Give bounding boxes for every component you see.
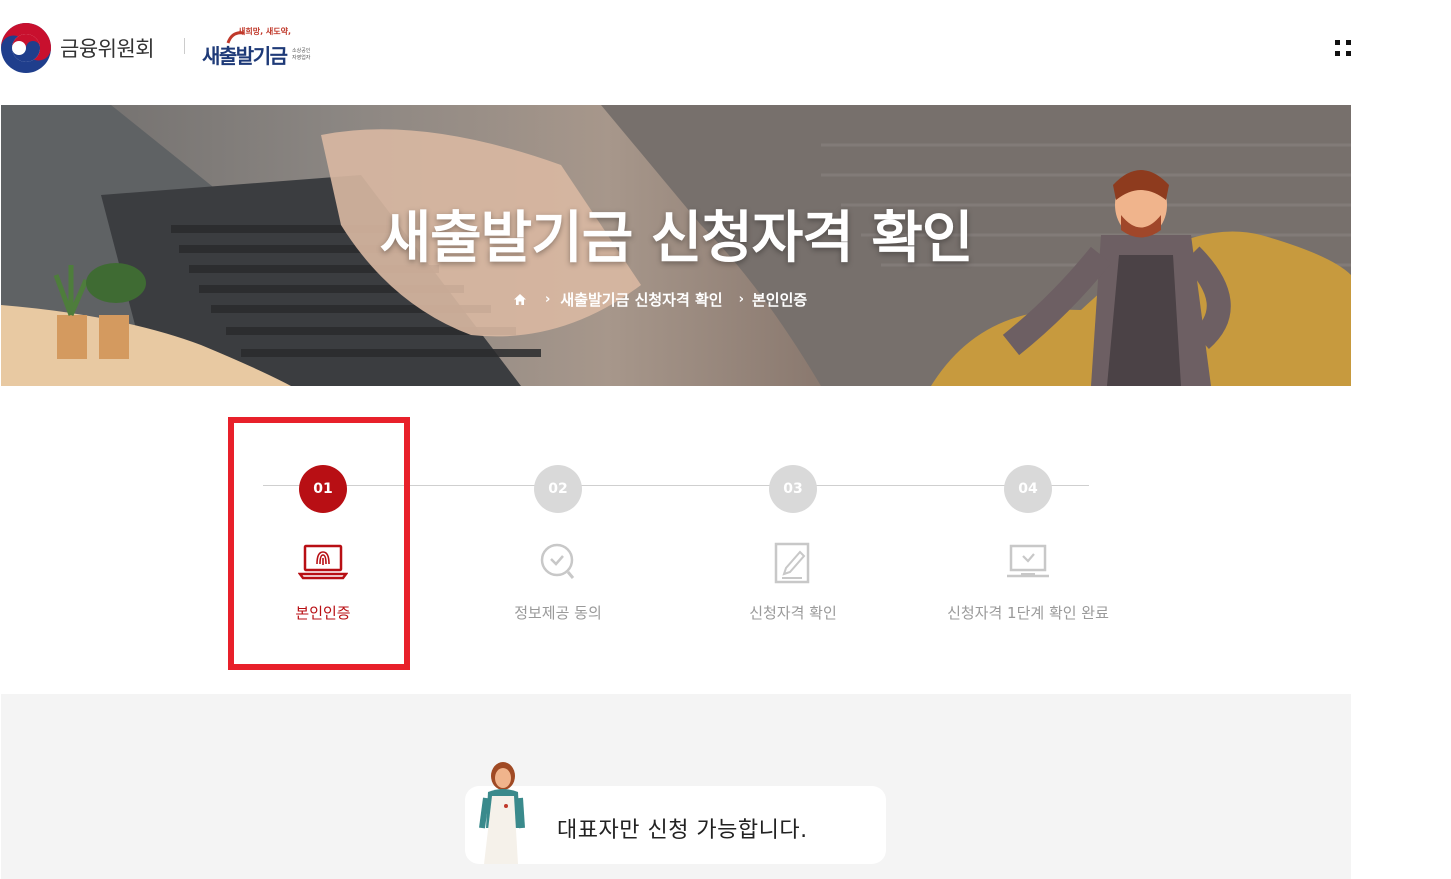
breadcrumb-item[interactable]: 새출발기금 신청자격 확인 [560,289,722,310]
gov-logo[interactable]: 금융위원회 [0,22,155,74]
search-check-icon [540,543,575,579]
logo-small-text: 소상공인 자영업자 [292,48,311,61]
notice-section: 대표자만 신청 가능합니다. [1,694,1351,879]
step-number: 04 [1004,465,1052,513]
breadcrumb-item-current: 본인인증 [751,291,808,309]
current-step-highlight [228,417,410,670]
fresh-start-fund-logo[interactable]: 새희망, 새도약, 새출발기금 소상공인 자영업자 [200,24,315,68]
step-label: 정보제공 동의 [514,604,602,622]
step-indicator: 01 본인인증 02 정보제공 동의 03 신청자격 확인 04 신청자격 1단… [0,400,1351,690]
logo-tagline: 새희망, 새도약, [238,27,292,36]
logo-divider [184,38,185,54]
notice-bubble: 대표자만 신청 가능합니다. [465,786,886,864]
logo-title: 새출발기금 [202,44,288,68]
site-header: 금융위원회 새희망, 새도약, 새출발기금 소상공인 자영업자 [0,0,1451,100]
notice-text: 대표자만 신청 가능합니다. [557,818,808,843]
hero-banner: 새출발기금 신청자격 확인 › 새출발기금 신청자격 확인 › 본인인증 [1,105,1351,386]
step-label: 신청자격 1단계 확인 완료 [947,604,1109,622]
step-number: 03 [769,465,817,513]
gov-name: 금융위원회 [60,37,155,61]
breadcrumb: › 새출발기금 신청자격 확인 › 본인인증 [513,289,807,310]
grid-menu-icon[interactable] [1333,38,1353,58]
page-title: 새출발기금 신청자격 확인 [379,206,974,271]
taeguk-emblem-icon [1,23,51,73]
woman-character-icon [479,762,525,864]
breadcrumb-separator: › [738,292,744,307]
breadcrumb-separator: › [545,292,551,307]
step-number: 02 [534,465,582,513]
step-label: 신청자격 확인 [749,604,837,622]
monitor-check-icon [1007,544,1049,578]
home-icon[interactable] [513,293,527,306]
document-edit-icon [774,542,810,584]
